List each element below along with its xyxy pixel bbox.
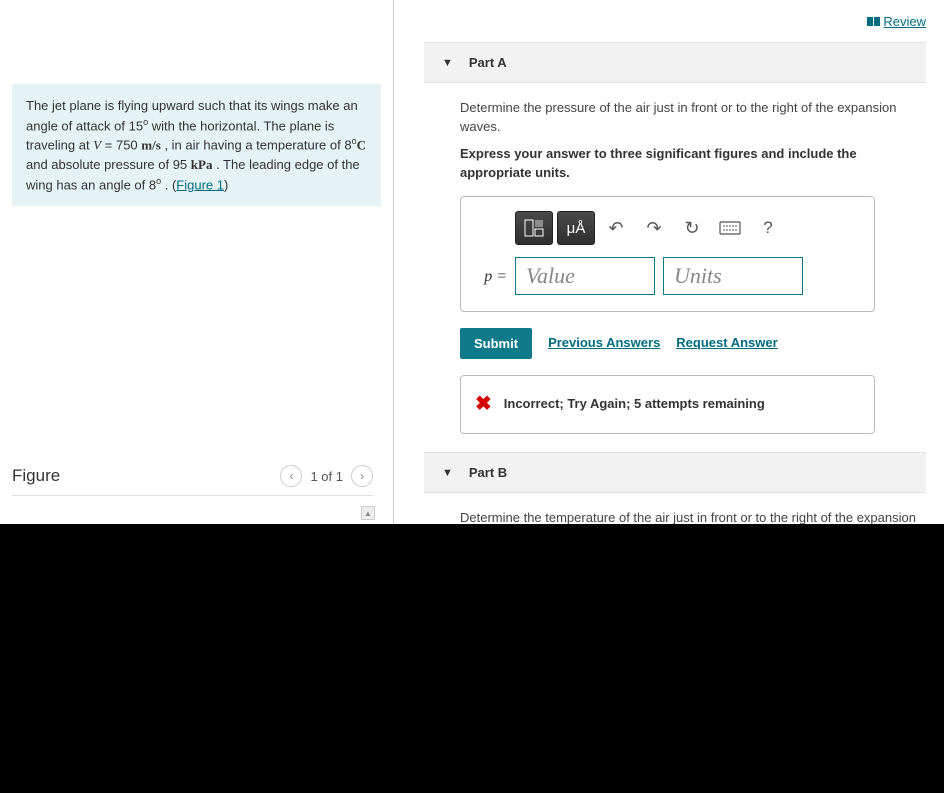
figure-link[interactable]: Figure 1	[176, 177, 224, 192]
book-icon	[867, 15, 881, 30]
review-label: Review	[883, 14, 926, 29]
incorrect-icon: ✖	[475, 390, 492, 419]
variable-label: p =	[477, 265, 507, 288]
problem-text: )	[224, 177, 228, 192]
reset-button[interactable]: ↻	[675, 211, 709, 245]
redo-button[interactable]: ↷	[637, 211, 671, 245]
feedback-box: ✖ Incorrect; Try Again; 5 attempts remai…	[460, 375, 875, 434]
part-b-body: Determine the temperature of the air jus…	[424, 493, 926, 524]
scroll-up-icon[interactable]: ▲	[361, 506, 375, 520]
right-pane: Review ▼ Part A Determine the pressure o…	[394, 0, 944, 524]
undo-button[interactable]: ↶	[599, 211, 633, 245]
previous-answers-link[interactable]: Previous Answers	[548, 334, 660, 353]
value-input[interactable]: Value	[515, 257, 655, 295]
problem-statement: The jet plane is flying upward such that…	[12, 84, 381, 206]
help-button[interactable]: ?	[751, 211, 785, 245]
pager-next-button[interactable]: ›	[351, 465, 373, 487]
part-a-title: Part A	[469, 55, 507, 70]
part-b-prompt: Determine the temperature of the air jus…	[460, 509, 916, 524]
answer-box: μÅ ↶ ↷ ↻ ? p = Value Units	[460, 196, 875, 312]
variable-v: V	[93, 138, 101, 153]
units-button[interactable]: μÅ	[557, 211, 595, 245]
part-a-prompt: Determine the pressure of the air just i…	[460, 99, 916, 137]
units-ms: m/s	[141, 138, 161, 153]
pager-status: 1 of 1	[310, 469, 343, 484]
part-b-header[interactable]: ▼ Part B	[424, 452, 926, 493]
problem-text: = 750	[101, 138, 141, 153]
left-pane: The jet plane is flying upward such that…	[0, 0, 394, 524]
part-a-instructions: Express your answer to three significant…	[460, 145, 916, 183]
part-a-body: Determine the pressure of the air just i…	[424, 83, 926, 452]
part-b-title: Part B	[469, 465, 507, 480]
pager-prev-button[interactable]: ‹	[280, 465, 302, 487]
figure-bar: Figure ‹ 1 of 1 ›	[12, 465, 373, 496]
part-a-header[interactable]: ▼ Part A	[424, 42, 926, 83]
problem-text: . (	[161, 177, 176, 192]
units-input[interactable]: Units	[663, 257, 803, 295]
template-button[interactable]	[515, 211, 553, 245]
figure-pager: ‹ 1 of 1 ›	[280, 465, 373, 487]
figure-title: Figure	[12, 466, 60, 486]
problem-text: and absolute pressure of 95	[26, 157, 191, 172]
submit-button[interactable]: Submit	[460, 328, 532, 359]
problem-text: , in air having a temperature of 8	[161, 138, 352, 153]
units-kpa: kPa	[191, 157, 213, 172]
caret-down-icon: ▼	[442, 57, 453, 69]
action-row: Submit Previous Answers Request Answer	[460, 328, 916, 359]
review-link[interactable]: Review	[867, 14, 926, 29]
caret-down-icon: ▼	[442, 467, 453, 479]
keyboard-button[interactable]	[713, 211, 747, 245]
celsius: C	[357, 138, 366, 153]
review-bar: Review	[424, 10, 926, 42]
feedback-text: Incorrect; Try Again; 5 attempts remaini…	[504, 395, 765, 414]
request-answer-link[interactable]: Request Answer	[676, 334, 777, 353]
equation-row: p = Value Units	[477, 257, 858, 295]
answer-toolbar: μÅ ↶ ↷ ↻ ?	[515, 211, 858, 245]
